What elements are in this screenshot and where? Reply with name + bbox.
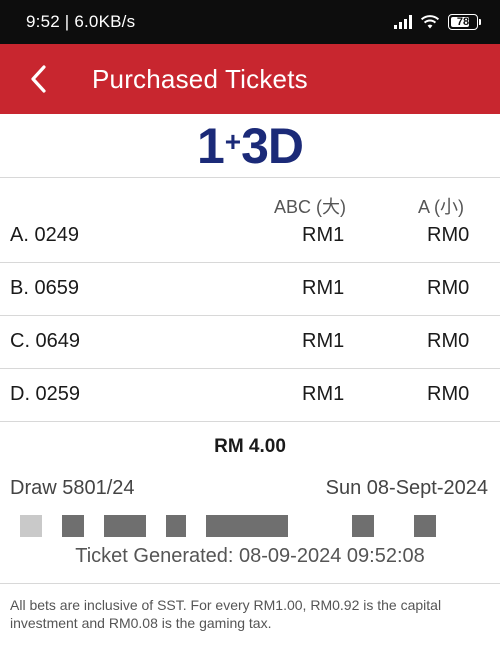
app-bar: Purchased Tickets bbox=[0, 44, 500, 114]
logo-part-2: 3D bbox=[241, 117, 304, 174]
ticket-big-amount: RM1 bbox=[302, 277, 345, 299]
wifi-icon bbox=[420, 15, 440, 29]
status-time: 9:52 | 6.0KB/s bbox=[26, 12, 136, 31]
ticket-small-amount: RM0 bbox=[427, 224, 470, 246]
ticket-generated-timestamp: Ticket Generated: 08-09-2024 09:52:08 bbox=[75, 545, 425, 567]
masked-ticket-code bbox=[0, 515, 500, 539]
page-title: Purchased Tickets bbox=[92, 63, 308, 94]
ticket-big-amount: RM1 bbox=[302, 224, 345, 246]
redaction-block bbox=[104, 515, 146, 537]
redaction-block bbox=[166, 515, 186, 537]
status-bar: 9:52 | 6.0KB/s 78 bbox=[0, 0, 500, 44]
battery-percent: 78 bbox=[456, 16, 470, 28]
ticket-small-amount: RM0 bbox=[427, 330, 470, 352]
ticket-number: C. 0649 bbox=[10, 330, 81, 352]
ticket-small-amount: RM0 bbox=[427, 277, 470, 299]
signal-icon bbox=[394, 15, 412, 29]
status-icons: 78 bbox=[394, 14, 481, 30]
chevron-left-icon bbox=[31, 65, 46, 93]
draw-info: Draw 5801/24 Sun 08-Sept-2024 bbox=[0, 475, 500, 505]
ticket-row: C. 0649 RM1 RM0 bbox=[0, 316, 500, 369]
ticket-big-amount: RM1 bbox=[302, 383, 345, 405]
redaction-block bbox=[414, 515, 436, 537]
divider bbox=[0, 583, 500, 584]
battery-icon: 78 bbox=[448, 14, 481, 30]
draw-date: Sun 08-Sept-2024 bbox=[325, 477, 488, 499]
back-button[interactable] bbox=[8, 44, 68, 114]
ticket-number: D. 0259 bbox=[10, 383, 81, 405]
redaction-block bbox=[62, 515, 84, 537]
ticket-list: A. 0249 RM1 RM0 B. 0659 RM1 RM0 C. 0649 … bbox=[0, 210, 500, 422]
ticket-row: B. 0659 RM1 RM0 bbox=[0, 263, 500, 316]
redaction-block bbox=[20, 515, 42, 537]
game-logo: 1 + 3D bbox=[196, 117, 304, 175]
ticket-row: D. 0259 RM1 RM0 bbox=[0, 369, 500, 422]
ticket-number: A. 0249 bbox=[10, 224, 79, 246]
tax-disclaimer: All bets are inclusive of SST. For every… bbox=[10, 597, 442, 631]
logo-part-1: 1 bbox=[196, 117, 225, 174]
draw-number: Draw 5801/24 bbox=[10, 477, 135, 499]
ticket-big-amount: RM1 bbox=[302, 330, 345, 352]
logo-plus: + bbox=[224, 125, 241, 157]
ticket-small-amount: RM0 bbox=[427, 383, 470, 405]
redaction-block bbox=[352, 515, 374, 537]
redaction-block bbox=[206, 515, 288, 537]
total-amount: RM 4.00 bbox=[214, 436, 286, 457]
ticket-number: B. 0659 bbox=[10, 277, 79, 299]
game-logo-area: 1 + 3D bbox=[0, 114, 500, 178]
ticket-row: A. 0249 RM1 RM0 bbox=[0, 210, 500, 263]
